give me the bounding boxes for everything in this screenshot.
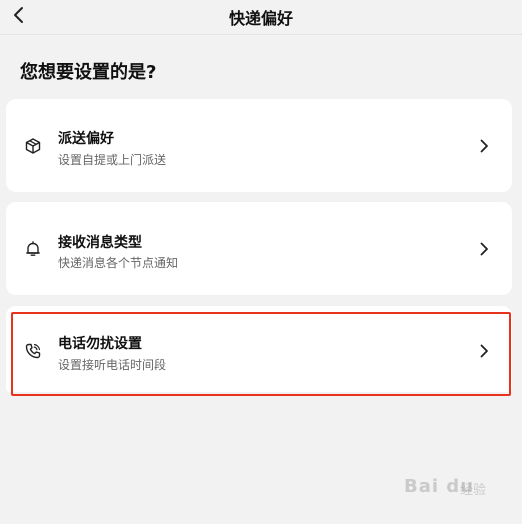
chevron-right-icon bbox=[478, 344, 490, 358]
page-title: 快递偏好 bbox=[228, 9, 293, 28]
delivery-preference-option[interactable]: 派送偏好 设置自提或上门派送 bbox=[6, 99, 512, 192]
section-question: 您想要设置的是? bbox=[20, 62, 157, 83]
option-subtitle: 设置接听电话时间段 bbox=[58, 358, 167, 372]
package-icon bbox=[24, 137, 42, 155]
top-bar: 快递偏好 bbox=[0, 0, 522, 35]
option-title: 接收消息类型 bbox=[58, 235, 142, 251]
option-title: 派送偏好 bbox=[58, 131, 114, 147]
message-type-option[interactable]: 接收消息类型 快递消息各个节点通知 bbox=[6, 202, 512, 295]
baidu-watermark: Bai du 经验 bbox=[400, 470, 510, 504]
watermark-suffix: 经验 bbox=[460, 483, 487, 498]
phone-icon bbox=[24, 342, 42, 360]
option-subtitle: 快递消息各个节点通知 bbox=[58, 256, 179, 270]
watermark-brand: Bai du bbox=[404, 476, 475, 497]
bell-icon bbox=[24, 240, 42, 258]
call-dnd-option[interactable]: 电话勿扰设置 设置接听电话时间段 bbox=[6, 306, 512, 392]
chevron-right-icon bbox=[478, 139, 490, 153]
chevron-right-icon bbox=[478, 242, 490, 256]
option-title: 电话勿扰设置 bbox=[58, 336, 142, 352]
option-subtitle: 设置自提或上门派送 bbox=[58, 153, 167, 167]
